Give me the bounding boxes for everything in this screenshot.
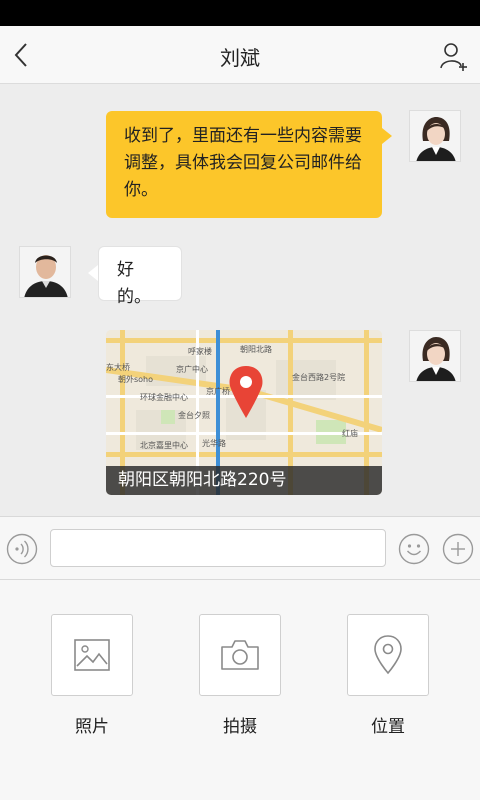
camera-tile[interactable] [199, 614, 281, 696]
bubble-tail [382, 128, 392, 144]
message-input[interactable] [50, 529, 386, 567]
photo-tile[interactable] [51, 614, 133, 696]
map-label: 京广中心 [176, 364, 208, 374]
map-label: 金台西路2号院 [292, 372, 345, 382]
image-icon [74, 639, 110, 671]
plus-icon [442, 533, 474, 565]
map-label: 北京嘉里中心 [140, 440, 188, 450]
photo-option[interactable]: 照片 [51, 614, 133, 737]
input-bar [0, 516, 480, 580]
map-label: 红庙 [342, 428, 358, 438]
photo-label: 照片 [75, 717, 109, 737]
map-label: 京广桥 [206, 386, 230, 396]
add-person-icon [440, 43, 467, 71]
emoji-icon [398, 533, 430, 565]
status-bar [0, 0, 480, 26]
map-label: 朝外soho [118, 374, 153, 384]
message-bubble[interactable]: 收到了，里面还有一些内容需要调整，具体我会回复公司邮件给你。 [106, 111, 382, 218]
camera-option[interactable]: 拍摄 [199, 614, 281, 737]
camera-label: 拍摄 [223, 717, 257, 737]
bubble-tail [88, 265, 98, 281]
avatar-self[interactable] [409, 330, 461, 382]
location-option[interactable]: 位置 [347, 614, 429, 737]
message-bubble[interactable]: 好的。 [98, 246, 182, 307]
message-text: 好的。 [117, 260, 151, 307]
map-label: 朝阳北路 [240, 344, 272, 354]
woman-avatar-icon [410, 331, 460, 381]
add-contact-button[interactable] [436, 38, 472, 74]
map-label: 光华路 [202, 438, 226, 448]
map-label: 呼家楼 [188, 346, 212, 356]
attachment-panel: 照片 拍摄 位置 [0, 580, 480, 800]
location-address: 朝阳区朝阳北路220号 [106, 466, 382, 495]
location-label: 位置 [371, 717, 405, 737]
camera-icon [221, 640, 259, 670]
map-label: 环球金融中心 [140, 392, 188, 402]
more-button[interactable] [442, 533, 474, 565]
woman-avatar-icon [410, 111, 460, 161]
man-avatar-icon [20, 247, 70, 297]
voice-icon [6, 533, 38, 565]
nav-bar: 刘斌 [0, 26, 480, 84]
map-label: 金台夕照 [178, 410, 210, 420]
location-tile[interactable] [347, 614, 429, 696]
avatar-contact[interactable] [19, 246, 71, 298]
location-card[interactable]: 呼家楼 朝阳北路 东大桥 朝外soho 京广中心 环球金融中心 金台夕照 金台西… [106, 330, 382, 495]
avatar-self[interactable] [409, 110, 461, 162]
page-title: 刘斌 [220, 46, 260, 70]
message-text: 收到了，里面还有一些内容需要调整，具体我会回复公司邮件给你。 [124, 126, 362, 200]
chat-area[interactable]: 收到了，里面还有一些内容需要调整，具体我会回复公司邮件给你。 好的。 呼家楼 朝… [0, 84, 480, 516]
emoji-button[interactable] [398, 533, 430, 565]
location-pin-icon [374, 635, 402, 675]
voice-button[interactable] [6, 533, 38, 565]
map-label: 东大桥 [106, 362, 130, 372]
